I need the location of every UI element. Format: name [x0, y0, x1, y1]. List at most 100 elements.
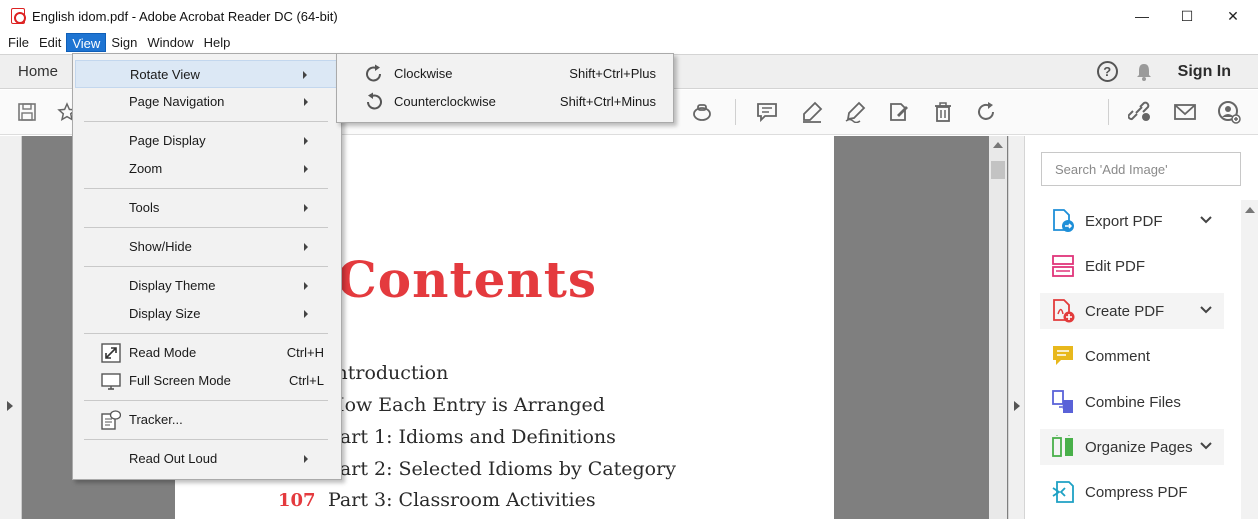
- menu-item-page-navigation[interactable]: Page Navigation: [75, 88, 339, 116]
- tool-create-pdf[interactable]: Create PDF: [1040, 293, 1224, 329]
- tool-label: Combine Files: [1085, 393, 1181, 411]
- tool-combine-files[interactable]: Combine Files: [1040, 384, 1224, 420]
- tool-compress-pdf[interactable]: Compress PDF: [1040, 474, 1224, 510]
- tool-label: Create PDF: [1085, 302, 1165, 320]
- menu-item-label: Counterclockwise: [394, 94, 496, 109]
- tool-label: Export PDF: [1085, 212, 1163, 230]
- email-icon[interactable]: [1173, 100, 1197, 124]
- menu-item-label: Zoom: [129, 161, 163, 176]
- export-pdf-icon: [1050, 208, 1076, 234]
- submenu-arrow-icon: [304, 204, 308, 212]
- tool-label: Comment: [1085, 347, 1151, 365]
- menu-item-read-out-loud[interactable]: Read Out Loud: [75, 445, 339, 473]
- tools-pane: Search 'Add Image' Export PDF Edit PDF C…: [1026, 136, 1258, 519]
- compress-pdf-icon: [1050, 479, 1076, 505]
- toolbar-separator: [735, 99, 736, 125]
- scroll-up-arrow-icon[interactable]: [993, 142, 1003, 148]
- menu-item-show-hide[interactable]: Show/Hide: [75, 233, 339, 261]
- submenu-arrow-icon: [304, 310, 308, 318]
- menu-separator: [84, 333, 328, 334]
- rotate-counterclockwise-icon: [364, 92, 384, 112]
- menu-item-tools[interactable]: Tools: [75, 194, 339, 222]
- menu-item-label: Page Navigation: [129, 94, 225, 109]
- menu-item-tracker[interactable]: Tracker...: [75, 406, 339, 434]
- menu-item-clockwise[interactable]: Clockwise Shift+Ctrl+Plus: [339, 60, 671, 88]
- menu-edit[interactable]: Edit: [34, 33, 66, 52]
- menu-separator: [84, 400, 328, 401]
- tool-label: Edit PDF: [1085, 257, 1146, 275]
- menu-separator: [84, 266, 328, 267]
- toc-line: How Each Entry is Arranged: [328, 394, 605, 416]
- edit-pdf-icon: [1050, 253, 1076, 279]
- read-mode-icon: [101, 343, 121, 363]
- minimize-button[interactable]: —: [1119, 0, 1165, 32]
- menu-help[interactable]: Help: [199, 33, 236, 52]
- menu-item-label: Page Display: [129, 133, 206, 148]
- menu-window[interactable]: Window: [142, 33, 198, 52]
- menu-separator: [84, 227, 328, 228]
- close-button[interactable]: ✕: [1210, 0, 1256, 32]
- submenu-arrow-icon: [303, 71, 307, 79]
- home-tab[interactable]: Home: [18, 63, 58, 80]
- full-screen-icon: [101, 371, 121, 391]
- rotate-clockwise-icon[interactable]: [975, 100, 999, 124]
- menu-separator: [84, 188, 328, 189]
- acrobat-app-icon: [11, 8, 26, 24]
- submenu-arrow-icon: [304, 137, 308, 145]
- menu-item-display-size[interactable]: Display Size: [75, 300, 339, 328]
- tool-edit-pdf[interactable]: Edit PDF: [1040, 248, 1224, 284]
- tool-label: Compress PDF: [1085, 483, 1188, 501]
- menu-item-display-theme[interactable]: Display Theme: [75, 272, 339, 300]
- share-link-icon[interactable]: [1128, 100, 1152, 124]
- menu-item-label: Tools: [129, 200, 160, 215]
- menu-sign[interactable]: Sign: [106, 33, 142, 52]
- tools-pane-scrollbar[interactable]: [1241, 200, 1258, 519]
- menu-item-counterclockwise[interactable]: Counterclockwise Shift+Ctrl+Minus: [339, 88, 671, 116]
- comment-icon: [1050, 343, 1076, 369]
- menu-item-shortcut: Ctrl+L: [288, 373, 324, 388]
- tool-organize-pages[interactable]: Organize Pages: [1040, 429, 1224, 465]
- delete-trash-icon[interactable]: [931, 100, 955, 124]
- menu-view[interactable]: View: [66, 33, 107, 52]
- toc-page-number: 107: [278, 490, 316, 511]
- help-icon[interactable]: ?: [1096, 61, 1118, 82]
- comment-icon[interactable]: [755, 100, 779, 124]
- maximize-button[interactable]: ☐: [1164, 0, 1210, 32]
- add-user-icon[interactable]: [1217, 100, 1241, 124]
- tool-comment[interactable]: Comment: [1040, 338, 1224, 374]
- menu-bar: File Edit View Sign Window Help: [0, 32, 1258, 53]
- sign-in-button[interactable]: Sign In: [1178, 63, 1231, 81]
- right-pane-splitter[interactable]: [1008, 136, 1025, 519]
- submenu-arrow-icon: [304, 165, 308, 173]
- menu-item-page-display[interactable]: Page Display: [75, 127, 339, 155]
- toc-line: Introduction: [328, 362, 449, 384]
- document-scrollbar[interactable]: [989, 136, 1007, 519]
- menu-file[interactable]: File: [3, 33, 34, 52]
- menu-item-rotate-view[interactable]: Rotate View: [75, 60, 339, 88]
- tool-export-pdf[interactable]: Export PDF: [1040, 203, 1224, 239]
- tools-search-input[interactable]: Search 'Add Image': [1041, 152, 1241, 186]
- menu-item-read-mode[interactable]: Read Mode Ctrl+H: [75, 339, 339, 367]
- fill-sign-icon[interactable]: [887, 100, 911, 124]
- chevron-down-icon[interactable]: [1200, 212, 1212, 227]
- chevron-down-icon[interactable]: [1200, 302, 1212, 317]
- menu-item-zoom[interactable]: Zoom: [75, 155, 339, 183]
- scroll-up-arrow-icon[interactable]: [1245, 207, 1255, 213]
- toc-line: Part 2: Selected Idioms by Category: [328, 458, 676, 480]
- collapse-right-pane-icon[interactable]: [1014, 401, 1020, 411]
- toc-line: Part 3: Classroom Activities: [328, 489, 596, 511]
- stamp-icon[interactable]: [690, 100, 714, 124]
- save-icon[interactable]: [15, 100, 39, 124]
- left-pane-collapsed[interactable]: [0, 136, 22, 519]
- menu-item-label: Display Size: [129, 306, 201, 321]
- chevron-down-icon[interactable]: [1200, 438, 1212, 453]
- toolbar-separator: [1108, 99, 1109, 125]
- submenu-arrow-icon: [304, 243, 308, 251]
- bell-icon[interactable]: [1136, 63, 1152, 81]
- sign-pen-icon[interactable]: [843, 100, 867, 124]
- menu-item-full-screen-mode[interactable]: Full Screen Mode Ctrl+L: [75, 367, 339, 395]
- expand-left-pane-icon[interactable]: [7, 401, 13, 411]
- highlight-pen-icon[interactable]: [800, 100, 824, 124]
- scroll-thumb[interactable]: [991, 161, 1005, 179]
- window-title: English idom.pdf - Adobe Acrobat Reader …: [32, 8, 338, 24]
